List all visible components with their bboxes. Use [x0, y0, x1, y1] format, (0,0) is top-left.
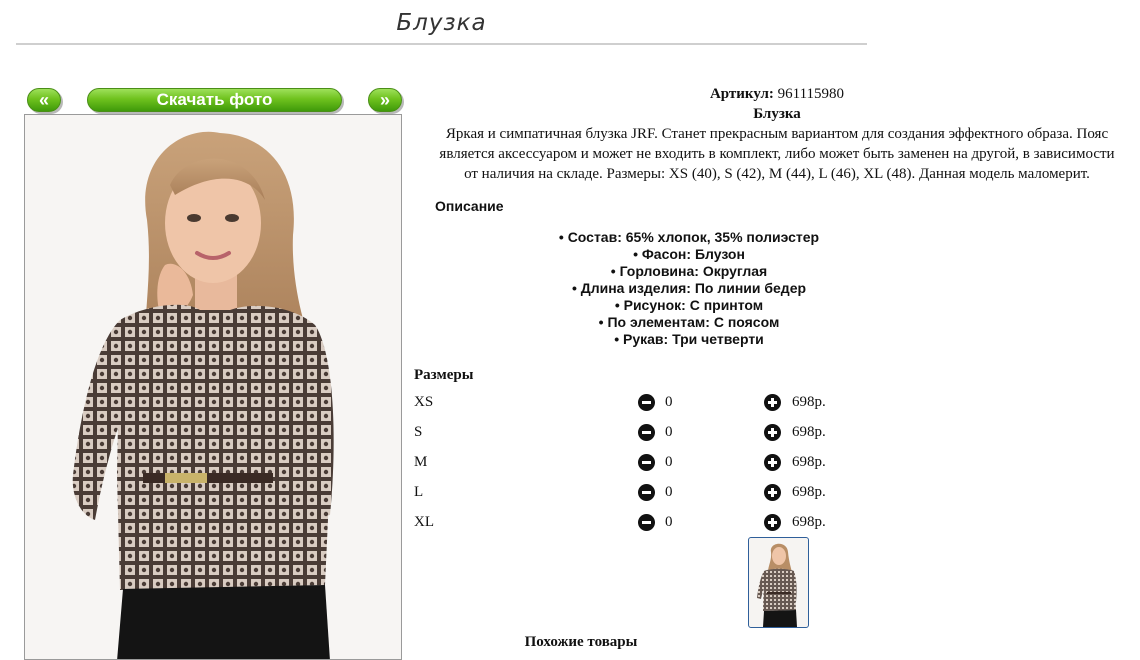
- spec-item: По элементам: С поясом: [414, 314, 964, 331]
- plus-circle-icon[interactable]: [764, 454, 781, 471]
- thumbnail-illustration: [757, 543, 797, 627]
- similar-products-heading: Похожие товары: [524, 634, 638, 650]
- size-price: 698р.: [792, 424, 826, 440]
- plus-circle-icon[interactable]: [764, 394, 781, 411]
- size-name: L: [414, 484, 424, 500]
- product-description: Яркая и симпатичная блузка JRF. Станет п…: [414, 124, 1140, 184]
- sku-value: 961115980: [777, 86, 845, 102]
- spec-item: Длина изделия: По линии бедер: [414, 280, 964, 297]
- size-price: 698р.: [792, 394, 826, 410]
- size-price: 698р.: [792, 484, 826, 500]
- product-name: Блузка: [753, 106, 801, 122]
- minus-circle-icon[interactable]: [638, 424, 655, 441]
- size-quantity: 0: [665, 484, 673, 500]
- sku-label: Артикул:: [709, 86, 774, 102]
- specs-heading: Описание: [435, 198, 504, 214]
- spec-item: Фасон: Блузон: [414, 246, 964, 263]
- minus-circle-icon[interactable]: [638, 514, 655, 531]
- size-price: 698р.: [792, 454, 826, 470]
- prev-photo-button[interactable]: «: [27, 88, 61, 112]
- minus-circle-icon[interactable]: [638, 394, 655, 411]
- spec-item: Горловина: Округлая: [414, 263, 964, 280]
- minus-circle-icon[interactable]: [638, 454, 655, 471]
- next-photo-button[interactable]: »: [368, 88, 402, 112]
- minus-circle-icon[interactable]: [638, 484, 655, 501]
- page-title: Блузка: [396, 10, 487, 36]
- sku-line: Артикул: 961115980: [414, 86, 1140, 103]
- size-quantity: 0: [665, 514, 673, 530]
- size-row-xs: XS 0 698р.: [414, 392, 854, 414]
- plus-circle-icon[interactable]: [764, 424, 781, 441]
- specs-list: Состав: 65% хлопок, 35% полиэстер Фасон:…: [414, 229, 964, 348]
- title-divider: [16, 43, 867, 45]
- size-row-xl: XL 0 698р.: [414, 512, 854, 534]
- size-quantity: 0: [665, 394, 673, 410]
- product-photo: [24, 114, 402, 660]
- size-row-m: M 0 698р.: [414, 452, 854, 474]
- spec-item: Рукав: Три четверти: [414, 331, 964, 348]
- size-row-l: L 0 698р.: [414, 482, 854, 504]
- spec-item: Рисунок: С принтом: [414, 297, 964, 314]
- description-line: от наличия на складе. Размеры: XS (40), …: [464, 166, 1090, 182]
- size-name: S: [414, 424, 423, 440]
- size-price: 698р.: [792, 514, 826, 530]
- spec-item: Состав: 65% хлопок, 35% полиэстер: [414, 229, 964, 246]
- plus-circle-icon[interactable]: [764, 514, 781, 531]
- sizes-heading: Размеры: [414, 367, 474, 383]
- size-name: XL: [414, 514, 434, 530]
- size-quantity: 0: [665, 454, 673, 470]
- size-name: XS: [414, 394, 434, 410]
- size-row-s: S 0 698р.: [414, 422, 854, 444]
- description-line: Яркая и симпатичная блузка JRF. Станет п…: [445, 126, 1109, 142]
- download-photo-button[interactable]: Скачать фото: [87, 88, 342, 112]
- description-line: является аксессуаром и может не входить …: [439, 146, 1115, 162]
- size-quantity: 0: [665, 424, 673, 440]
- size-name: M: [414, 454, 428, 470]
- photo-thumbnail[interactable]: [748, 537, 809, 628]
- plus-circle-icon[interactable]: [764, 484, 781, 501]
- model-illustration: [72, 131, 334, 659]
